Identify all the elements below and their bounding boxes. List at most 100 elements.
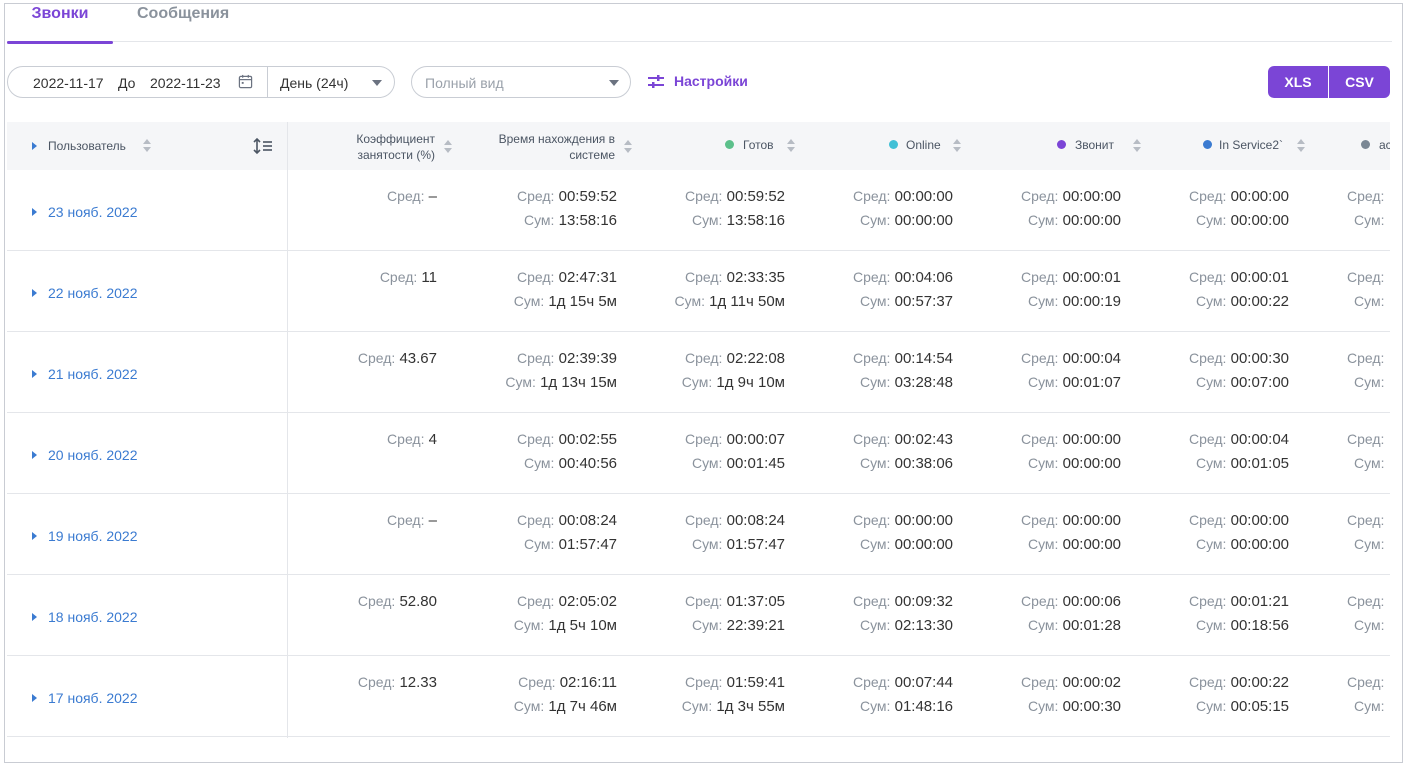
sum-line: Сум: 00:07:00 <box>1196 374 1289 391</box>
avg-line-value: 00:00:22 <box>1230 674 1289 691</box>
export-buttons: XLS CSV <box>1268 66 1390 98</box>
avg-line: Сред: <box>1347 674 1384 691</box>
sort-icon[interactable] <box>787 139 796 153</box>
period-select[interactable]: День (24ч) <box>280 75 348 91</box>
avg-line: Сред: 00:00:30 <box>1189 350 1289 367</box>
status-dot-ready <box>725 140 734 149</box>
calendar-icon[interactable] <box>238 74 253 89</box>
col-in-service[interactable]: In Service2` <box>1141 122 1309 170</box>
table-row[interactable]: 22 нояб. 2022 Сред: 11 Сред: 02:47:31 Сум: … <box>7 251 1390 332</box>
view-select-placeholder: Полный вид <box>425 75 504 91</box>
avg-line: Сред: <box>1347 512 1384 529</box>
tab-bar: Звонки Сообщения <box>7 4 1392 44</box>
col-occupancy[interactable]: Коэффициент занятости (%) <box>287 122 457 170</box>
avg-line-label: Сред: <box>1189 431 1227 447</box>
col-occupancy-label-1: Коэффициент <box>356 132 435 146</box>
avg-line-label: Сред: <box>1189 188 1227 204</box>
avg-line-value: 00:00:01 <box>1230 269 1289 286</box>
expand-all-icon[interactable] <box>32 142 37 150</box>
avg-line-label: Сред: <box>1347 431 1385 447</box>
table-row[interactable]: 17 нояб. 2022 Сред: 12.33 Сред: 02:16:11 Су… <box>7 656 1390 737</box>
sum-line: Сум: 00:01:05 <box>1196 455 1289 472</box>
col-online-label: Online <box>906 138 941 152</box>
table-row[interactable]: 20 нояб. 2022 Сред: 4 Сред: 00:02:55 Сум: 0… <box>7 413 1390 494</box>
col-ready[interactable]: Готов <box>637 122 805 170</box>
row-height-icon[interactable] <box>253 137 273 155</box>
sort-icon[interactable] <box>953 139 962 153</box>
status-dot-other <box>1361 140 1370 149</box>
sum-line-label: Сум: <box>1195 617 1227 633</box>
sum-line-value: 00:00:00 <box>1230 212 1289 229</box>
table-row[interactable]: 23 нояб. 2022 Сред: – Сред: 00:59:52 Сум: 1… <box>7 170 1390 251</box>
col-ready-label: Готов <box>743 138 774 152</box>
cell-svc: Сред: 00:00:22 Сум: 00:05:15 <box>7 656 1289 736</box>
tab-calls[interactable]: Звонки <box>7 4 113 44</box>
status-dot-online <box>889 140 898 149</box>
date-from[interactable]: 2022-11-17 <box>33 75 104 91</box>
sum-line: Сум: 00:00:22 <box>1196 293 1289 310</box>
sum-line: Сум: 00:18:56 <box>1196 617 1289 634</box>
chevron-down-icon[interactable] <box>372 80 382 86</box>
sum-line-label: Сум: <box>1354 212 1385 228</box>
export-csv-button[interactable]: CSV <box>1329 66 1390 98</box>
sum-line: Сум: 00:00:00 <box>1196 536 1289 553</box>
sliders-icon <box>648 75 664 88</box>
avg-line-label: Сред: <box>1347 674 1385 690</box>
sum-line-label: Сум: <box>1354 455 1385 471</box>
cell-partial: Сред: Сум: <box>1347 494 1390 574</box>
avg-line-value: 00:00:00 <box>1230 188 1289 205</box>
table-row[interactable]: 18 нояб. 2022 Сред: 52.80 Сред: 02:05:02 Су… <box>7 575 1390 656</box>
cell-svc: Сред: 00:01:21 Сум: 00:18:56 <box>7 575 1289 655</box>
avg-line: Сред: <box>1347 431 1384 448</box>
datebox-divider <box>267 67 268 97</box>
tab-messages[interactable]: Сообщения <box>137 4 229 42</box>
col-online[interactable]: Online <box>805 122 973 170</box>
avg-line-label: Сред: <box>1189 269 1227 285</box>
avg-line-label: Сред: <box>1347 350 1385 366</box>
sort-icon[interactable] <box>444 140 453 154</box>
col-calling[interactable]: Звонит <box>973 122 1141 170</box>
avg-line: Сред: <box>1347 350 1384 367</box>
date-range-picker[interactable]: 2022-11-17 До 2022-11-23 День (24ч) <box>7 66 395 98</box>
sort-icon[interactable] <box>143 139 152 153</box>
cell-svc: Сред: 00:00:04 Сум: 00:01:05 <box>7 413 1289 493</box>
sum-line-label: Сум: <box>1354 536 1385 552</box>
toolbar: 2022-11-17 До 2022-11-23 День (24ч) Полн… <box>7 66 1392 99</box>
cell-partial: Сред: Сум: <box>1347 332 1390 412</box>
sort-icon[interactable] <box>624 140 633 154</box>
avg-line: Сред: 00:00:01 <box>1189 269 1289 286</box>
sum-line-label: Сум: <box>1354 698 1385 714</box>
avg-line-label: Сред: <box>1347 512 1385 528</box>
sum-line-value: 00:07:00 <box>1230 374 1289 391</box>
settings-label: Настройки <box>674 73 748 89</box>
stats-table: Пользователь Коэффициент занятости (%) В… <box>7 122 1390 742</box>
col-occupancy-label-2: занятости (%) <box>357 148 435 162</box>
date-to[interactable]: 2022-11-23 <box>150 75 221 91</box>
view-select[interactable]: Полный вид <box>411 66 631 98</box>
sum-line-label: Сум: <box>1195 698 1227 714</box>
table-row[interactable]: 21 нояб. 2022 Сред: 43.67 Сред: 02:39:39 Су… <box>7 332 1390 413</box>
sum-line-value: 00:05:15 <box>1230 698 1289 715</box>
sum-line-label: Сум: <box>1195 374 1227 390</box>
sum-line: Сум: <box>1354 212 1384 229</box>
sort-icon[interactable] <box>1297 139 1306 153</box>
chevron-down-icon[interactable] <box>609 80 619 86</box>
avg-line-label: Сред: <box>1189 512 1227 528</box>
sum-line: Сум: <box>1354 455 1384 472</box>
col-user[interactable]: Пользователь <box>7 122 287 170</box>
col-partial[interactable]: ac <box>1309 122 1390 170</box>
avg-line-label: Сред: <box>1189 674 1227 690</box>
sum-line-label: Сум: <box>1354 293 1385 309</box>
col-time-in-system[interactable]: Время нахождения в системе <box>457 122 637 170</box>
export-xls-button[interactable]: XLS <box>1268 66 1328 98</box>
avg-line-label: Сред: <box>1347 269 1385 285</box>
avg-line: Сред: 00:00:00 <box>1189 512 1289 529</box>
col-time-label-1: Время нахождения в <box>498 132 615 146</box>
table-row[interactable]: 19 нояб. 2022 Сред: – Сред: 00:08:24 Сум: 0… <box>7 494 1390 575</box>
cell-partial: Сред: Сум: <box>1347 575 1390 655</box>
sum-line-label: Сум: <box>1195 212 1227 228</box>
sum-line-value: 00:00:00 <box>1230 536 1289 553</box>
col-time-label-2: системе <box>569 148 615 162</box>
avg-line-label: Сред: <box>1189 350 1227 366</box>
avg-line-label: Сред: <box>1347 188 1385 204</box>
